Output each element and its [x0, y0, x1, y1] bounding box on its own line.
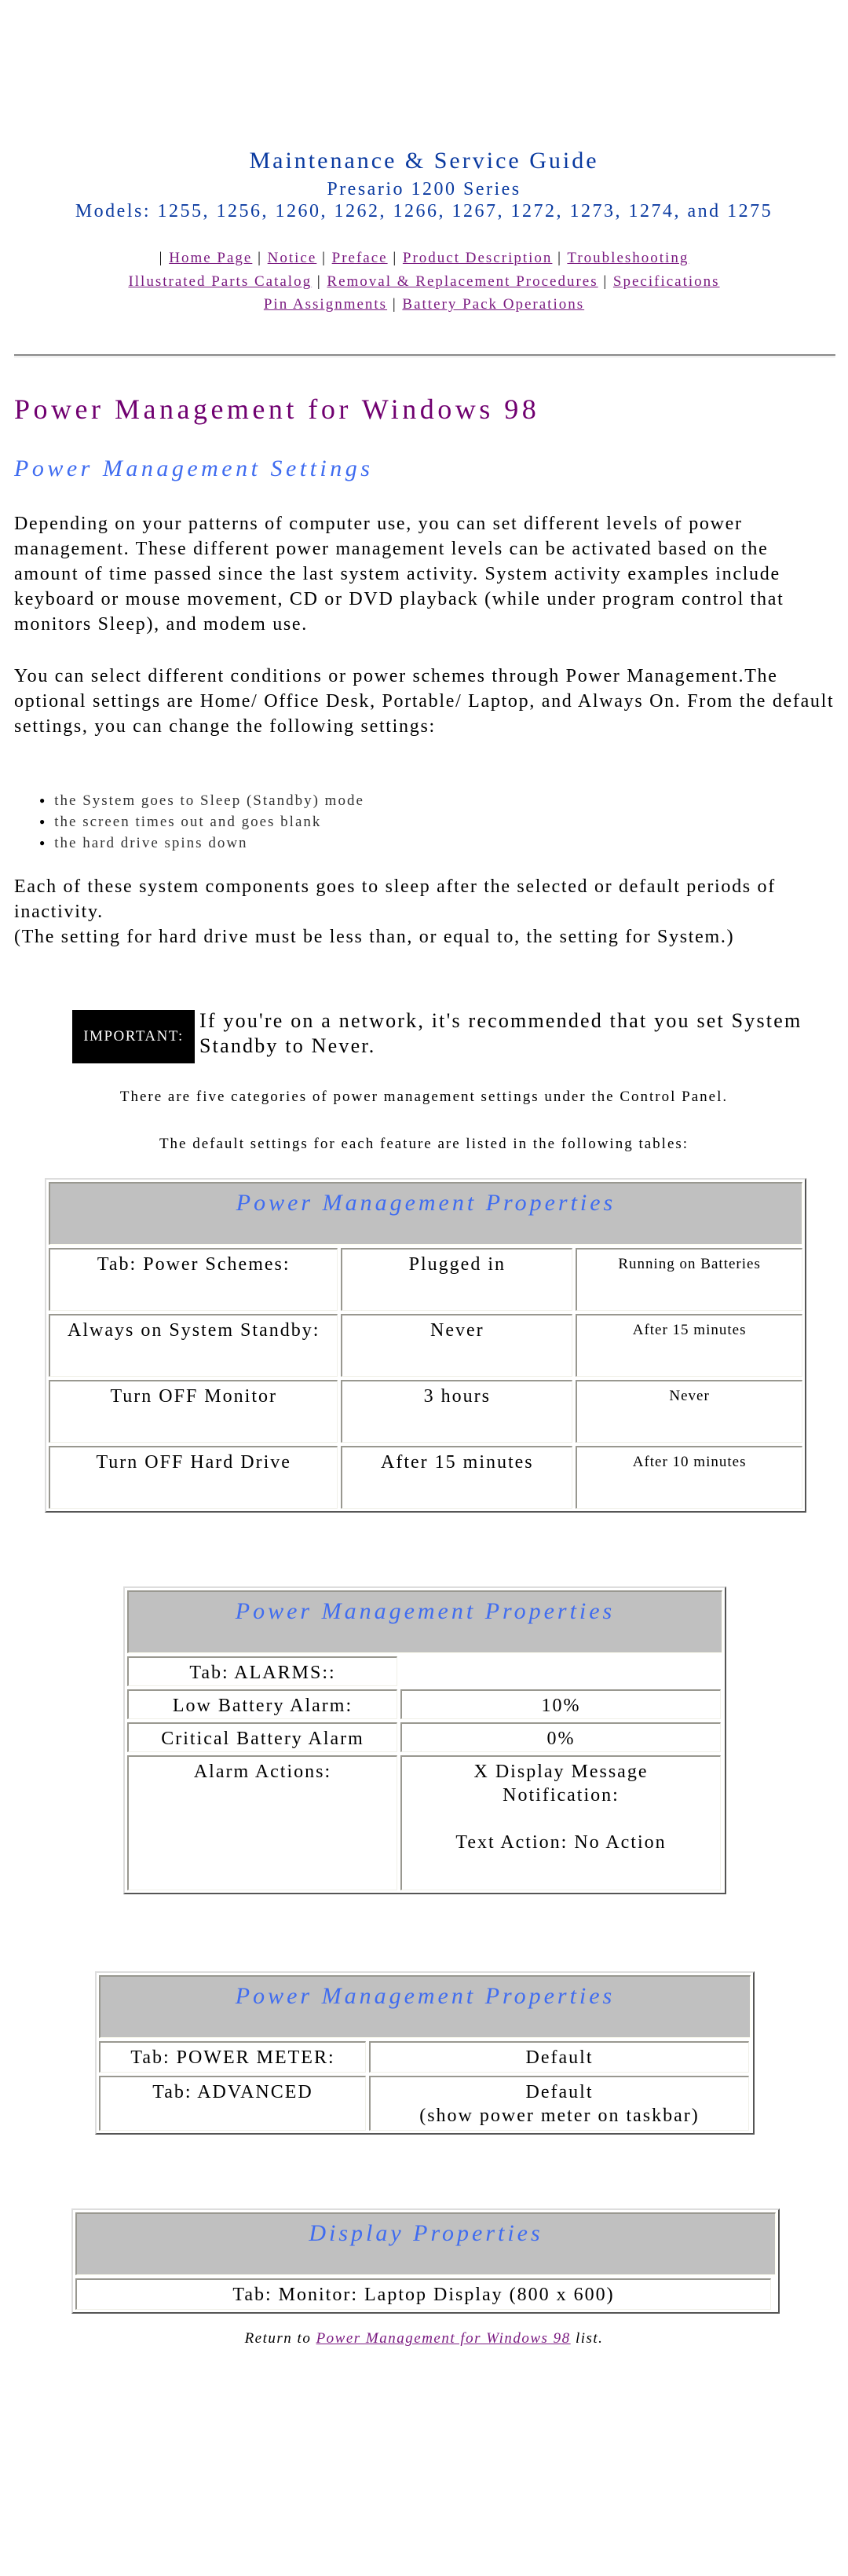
- nav-separator: |: [392, 296, 397, 313]
- table-cell: Low Battery Alarm:: [127, 1689, 397, 1719]
- table-cell: 10%: [400, 1689, 721, 1719]
- nav-separator: |: [316, 273, 322, 290]
- nav-link-preface[interactable]: Preface: [332, 250, 388, 266]
- table-cell: Default: [369, 2041, 749, 2073]
- nav-separator: |: [603, 273, 609, 290]
- list-item: the screen times out and goes blank: [39, 811, 364, 832]
- table-row: Tab: Monitor: Laptop Display (800 x 600): [75, 2278, 776, 2310]
- table-cell: After 10 minutes: [576, 1446, 802, 1509]
- table-row: Turn OFF Monitor 3 hours Never: [49, 1380, 802, 1443]
- nav-link-notice[interactable]: Notice: [268, 250, 317, 266]
- inactivity-text: Each of these system components goes to …: [14, 876, 776, 922]
- table-cell: Turn OFF Hard Drive: [49, 1446, 338, 1509]
- table-cell: X Display Message Notification: Text Act…: [400, 1755, 721, 1890]
- nav-link-home-page[interactable]: Home Page: [169, 250, 252, 266]
- return-suffix: list.: [570, 2330, 604, 2347]
- hard-drive-note: (The setting for hard drive must be less…: [14, 927, 735, 947]
- table-header-row: Tab: Power Schemes: Plugged in Running o…: [49, 1248, 802, 1311]
- nav-separator: |: [159, 250, 164, 266]
- table-cell: After 15 minutes: [576, 1314, 802, 1377]
- categories-note: There are five categories of power manag…: [119, 1089, 729, 1105]
- settings-list: the System goes to Sleep (Standby) mode …: [39, 790, 364, 854]
- advanced-note: (show power meter on taskbar): [419, 2106, 700, 2126]
- power-schemes-table: Power Management Properties Tab: Power S…: [45, 1178, 806, 1513]
- table-cell: Tab: Monitor: Laptop Display (800 x 600): [75, 2278, 771, 2310]
- table-cell: Tab: ALARMS::: [127, 1656, 397, 1686]
- nav-link-removal-replacement[interactable]: Removal & Replacement Procedures: [327, 273, 598, 290]
- table-cell: Never: [576, 1380, 802, 1443]
- table-row: Tab: ALARMS::: [127, 1656, 722, 1686]
- schemes-paragraph: You can select different conditions or p…: [14, 666, 835, 737]
- table-caption: Power Management Properties: [49, 1182, 802, 1245]
- table-cell: Turn OFF Monitor: [49, 1380, 338, 1443]
- table-row: Low Battery Alarm: 10%: [127, 1689, 722, 1719]
- nav-row-2: Illustrated Parts Catalog | Removal & Re…: [0, 273, 848, 291]
- table-cell: Always on System Standby:: [49, 1314, 338, 1377]
- nav-link-pin-assignments[interactable]: Pin Assignments: [264, 296, 387, 313]
- advanced-value: Default: [525, 2082, 594, 2102]
- page-title: Power Management for Windows 98: [14, 393, 540, 425]
- nav-link-specifications[interactable]: Specifications: [613, 273, 720, 290]
- table-row: Always on System Standby: Never After 15…: [49, 1314, 802, 1377]
- table-cell: Default (show power meter on taskbar): [369, 2076, 749, 2131]
- table-cell: 3 hours: [341, 1380, 573, 1443]
- important-label: IMPORTANT:: [72, 1010, 195, 1063]
- table-caption: Power Management Properties: [127, 1590, 722, 1653]
- table-row: Alarm Actions: X Display Message Notific…: [127, 1755, 722, 1890]
- horizontal-divider: [14, 354, 835, 357]
- return-prefix: Return to: [244, 2330, 316, 2347]
- list-item: the System goes to Sleep (Standby) mode: [39, 790, 364, 811]
- table-row: Critical Battery Alarm 0%: [127, 1722, 722, 1752]
- alarms-table: Power Management Properties Tab: ALARMS:…: [123, 1586, 726, 1894]
- table-cell-empty: [400, 1656, 721, 1686]
- alarm-action-text: Text Action: No Action: [455, 1832, 667, 1853]
- display-properties-table: Display Properties Tab: Monitor: Laptop …: [71, 2208, 780, 2314]
- table-cell: Alarm Actions:: [127, 1755, 397, 1890]
- nav-separator: |: [258, 250, 262, 266]
- table-cell: Running on Batteries: [576, 1248, 802, 1311]
- alarm-action-notification: X Display Message Notification:: [473, 1762, 649, 1806]
- table-row: Tab: POWER METER: Default: [99, 2041, 751, 2073]
- table-cell: 0%: [400, 1722, 721, 1752]
- nav-link-troubleshooting[interactable]: Troubleshooting: [567, 250, 689, 266]
- table-cell: Tab: ADVANCED: [99, 2076, 366, 2131]
- list-item: the hard drive spins down: [39, 832, 364, 854]
- table-caption: Power Management Properties: [99, 1975, 751, 2038]
- nav-separator: |: [557, 250, 562, 266]
- important-text: If you're on a network, it's recommended…: [199, 1009, 802, 1057]
- series-subtitle: Presario 1200 Series: [327, 179, 521, 199]
- nav-separator: |: [322, 250, 327, 266]
- nav-link-illustrated-parts-catalog[interactable]: Illustrated Parts Catalog: [128, 273, 312, 290]
- intro-paragraph: Depending on your patterns of computer u…: [14, 514, 784, 635]
- table-cell: After 15 minutes: [341, 1446, 573, 1509]
- return-line: Return to Power Management for Windows 9…: [0, 2330, 848, 2347]
- table-cell: Never: [341, 1314, 573, 1377]
- tables-intro-note: The default settings for each feature ar…: [159, 1136, 689, 1152]
- section-title: Power Management Settings: [14, 456, 374, 481]
- table-row: Tab: ADVANCED Default (show power meter …: [99, 2076, 751, 2131]
- table-cell: Plugged in: [341, 1248, 573, 1311]
- table-cell: Tab: Power Schemes:: [49, 1248, 338, 1311]
- guide-title: Maintenance & Service Guide: [249, 148, 599, 174]
- table-row: Turn OFF Hard Drive After 15 minutes Aft…: [49, 1446, 802, 1509]
- inactivity-paragraph: Each of these system components goes to …: [14, 874, 839, 950]
- models-list: Models: 1255, 1256, 1260, 1262, 1266, 12…: [75, 201, 773, 221]
- nav-link-product-description[interactable]: Product Description: [403, 250, 553, 266]
- nav-row-3: Pin Assignments | Battery Pack Operation…: [0, 296, 848, 313]
- table-caption: Display Properties: [75, 2212, 776, 2275]
- nav-separator: |: [393, 250, 398, 266]
- power-meter-table: Power Management Properties Tab: POWER M…: [95, 1971, 755, 2135]
- table-cell: Tab: POWER METER:: [99, 2041, 366, 2073]
- nav-link-battery-pack-operations[interactable]: Battery Pack Operations: [402, 296, 584, 313]
- nav-row-1: | Home Page | Notice | Preface | Product…: [0, 250, 848, 267]
- return-link[interactable]: Power Management for Windows 98: [316, 2330, 571, 2347]
- table-cell: Critical Battery Alarm: [127, 1722, 397, 1752]
